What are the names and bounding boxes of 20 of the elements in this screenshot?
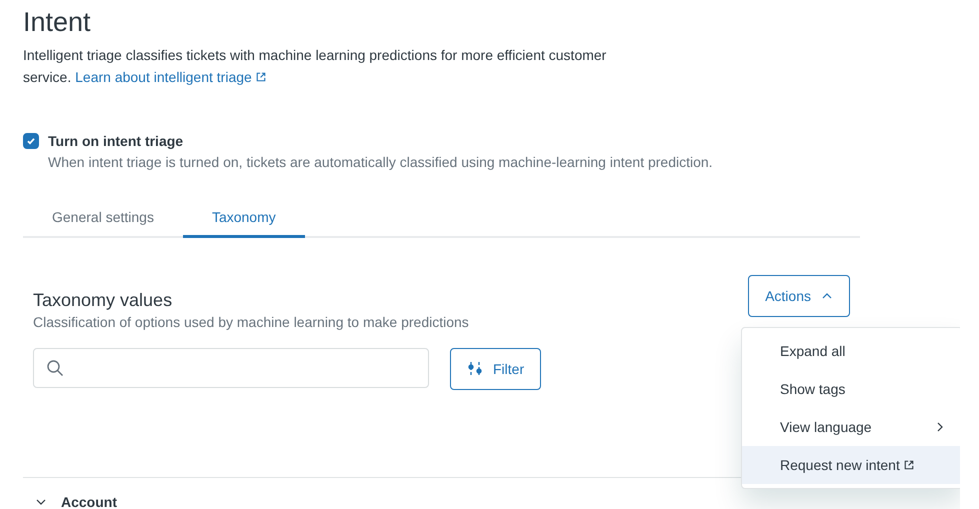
page-title: Intent [23, 6, 92, 39]
section-title: Taxonomy values [33, 289, 174, 312]
tab[interactable]: General settings [23, 199, 183, 238]
checkmark-icon [26, 136, 36, 146]
external-link-icon [256, 72, 266, 82]
tab[interactable]: Taxonomy [182, 199, 305, 238]
actions-button[interactable]: Actions [748, 275, 850, 317]
accordion-header[interactable]: Account [23, 478, 129, 509]
filter-button[interactable]: Filter [450, 348, 542, 390]
checkbox[interactable] [23, 133, 39, 149]
checkbox-hint: When intent triage is turned on, tickets are automatically classified using machine-learning intent prediction. [48, 153, 713, 171]
search-icon [46, 359, 64, 377]
external-link-icon [904, 460, 914, 470]
sliders-icon [467, 361, 483, 377]
section-subtitle: Classification of options used by machine learning to make predictions [33, 313, 469, 332]
menu-item[interactable]: Request new intent [742, 446, 960, 484]
checkbox-label: Turn on intent triage [48, 132, 184, 150]
search-field[interactable] [33, 348, 429, 388]
learn-link[interactable]: Learn about intelligent triage [75, 69, 266, 85]
page-description: Intelligent triage classifies tickets with machine learning predictions for more efficient customer service. Learn about intelligent triage [23, 46, 608, 87]
